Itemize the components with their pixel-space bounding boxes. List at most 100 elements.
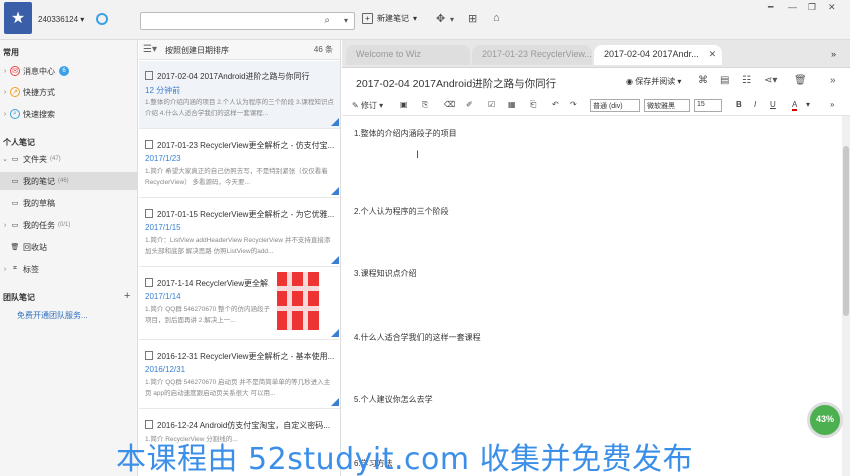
team-service-link[interactable]: 免费开通团队服务... <box>17 310 88 321</box>
sidebar-item-label: 标签 <box>23 264 39 274</box>
chevron-down-icon[interactable]: ▾ <box>450 15 454 24</box>
trash-icon: 🗑 <box>10 244 20 251</box>
document-icon <box>145 420 153 429</box>
table-icon[interactable]: ▦ <box>508 100 516 109</box>
font-color-button[interactable]: A <box>792 100 798 111</box>
sync-icon[interactable] <box>96 13 108 25</box>
wiz-app: ★ 240336124 ▾ ⌕ ▾ + 新建笔记 ▾ ✥ ▾ ⊞ ⌂ ━ — ❐… <box>0 0 850 476</box>
sidebar-item-label: 回收站 <box>23 242 47 252</box>
tab-active-note[interactable]: 2017-02-04 2017Andr... ✕ <box>594 45 722 65</box>
note-corner-marker <box>331 118 339 126</box>
format-painter-icon[interactable]: ⎘ <box>422 100 428 110</box>
sidebar-item-tasks[interactable]: › ▭ 我的任务 (0/1) <box>0 216 137 234</box>
chevron-right-icon[interactable]: › <box>0 266 10 273</box>
note-count: 46 条 <box>313 45 333 54</box>
search-options-chevron-icon[interactable]: ▾ <box>344 16 348 25</box>
save-icon[interactable]: ▣ <box>400 100 408 109</box>
note-item[interactable]: 2017-01-15 RecyclerView更全解析之 - 为它优雅... 2… <box>139 199 340 267</box>
folder-count: (0/1) <box>58 222 71 228</box>
clear-format-icon[interactable]: ⌫ <box>444 100 455 109</box>
note-corner-marker <box>331 256 339 264</box>
sidebar-item-drafts[interactable]: ▭ 我的草稿 <box>0 194 137 212</box>
font-family-select[interactable]: 微软雅黑 <box>644 99 690 112</box>
sort-selector[interactable]: 按照创建日期排序 <box>165 45 229 56</box>
pin-icon[interactable]: ━ <box>768 2 773 13</box>
note-title: 2017-02-04 2017Android进阶之路与你同行 <box>157 72 310 81</box>
font-size-select[interactable]: 15 <box>694 99 722 112</box>
note-summary: 1.整体的介绍内涵的项目 2.个人认为程序的三个阶段 3.课程知识点介绍 4.什… <box>145 99 334 117</box>
folder-icon: ▭ <box>11 200 19 207</box>
note-item[interactable]: 2017-01-23 RecyclerView更全解析之 - 仿支付宝... 2… <box>139 130 340 198</box>
sidebar-item-label: 快捷方式 <box>23 87 55 97</box>
chevron-right-icon[interactable]: › <box>0 89 10 96</box>
share-icon[interactable]: ⋖▾ <box>764 75 777 86</box>
more-format-icon[interactable]: » <box>830 100 834 109</box>
home-icon[interactable]: ⌂ <box>493 12 500 24</box>
chevron-down-icon[interactable]: ⌄ <box>0 155 10 163</box>
note-item[interactable]: 2017-1-14 RecyclerView更全解... 2017/1/14 1… <box>139 268 340 340</box>
chevron-right-icon[interactable]: › <box>0 68 10 75</box>
chevron-down-icon[interactable]: ▾ <box>413 14 417 23</box>
save-label: 保存并阅读 <box>635 77 676 86</box>
restore-button[interactable]: ❐ <box>808 2 816 13</box>
account-menu[interactable]: 240336124 ▾ <box>38 15 84 24</box>
underline-button[interactable]: U <box>770 100 776 109</box>
comment-icon[interactable]: ▤ <box>720 75 729 86</box>
close-window-button[interactable]: ✕ <box>828 2 836 13</box>
note-list: ☰▾ 按照创建日期排序 46 条 2017-02-04 2017Android进… <box>139 40 341 476</box>
attachment-icon[interactable]: ⌘ <box>698 75 708 86</box>
undo-icon[interactable]: ↶ <box>552 100 559 109</box>
tab-recyclerview[interactable]: 2017-01-23 RecyclerView... <box>472 45 592 65</box>
list-view-menu-icon[interactable]: ☰▾ <box>143 44 157 55</box>
editor-scrollbar[interactable] <box>842 116 850 476</box>
page-icon[interactable]: ⎗ <box>530 100 536 110</box>
sidebar-item-trash[interactable]: 🗑 回收站 <box>0 238 137 256</box>
sidebar-item-my-notes[interactable]: ▭ 我的笔记 (46) <box>0 172 137 190</box>
sidebar-item-messages[interactable]: › ✉ 消息中心 6 <box>0 62 137 80</box>
search-icon[interactable]: ⌕ <box>324 15 330 26</box>
save-and-read-button[interactable]: ◉ 保存并阅读 ▾ <box>626 76 681 87</box>
add-team-button[interactable]: + <box>124 290 130 302</box>
checkbox-icon[interactable]: ☑ <box>488 100 495 109</box>
section-common: 常用 <box>3 48 19 57</box>
new-note-button[interactable]: + 新建笔记 ▾ <box>362 13 417 24</box>
info-icon[interactable]: ☷ <box>742 75 751 86</box>
bold-button[interactable]: B <box>736 100 742 109</box>
app-logo-icon[interactable]: ★ <box>4 2 32 34</box>
redo-icon[interactable]: ↷ <box>570 100 577 109</box>
grid-view-icon[interactable]: ⊞ <box>468 12 477 25</box>
more-icon[interactable]: » <box>830 75 836 86</box>
progress-widget[interactable]: 43% <box>807 402 843 438</box>
highlight-icon[interactable]: ✐ <box>466 100 473 109</box>
paragraph: 3.课程知识点介绍 <box>354 269 417 278</box>
paragraph-style-select[interactable]: 普通 (div) <box>590 99 640 112</box>
sidebar-item-quick-search[interactable]: › ⌕ 快速搜索 <box>0 105 137 123</box>
revise-button[interactable]: ✎ 修订 ▾ <box>352 100 383 111</box>
document-icon <box>145 278 153 287</box>
delete-icon[interactable]: 🗑 <box>794 75 807 86</box>
note-corner-marker <box>331 329 339 337</box>
note-item[interactable]: 2016-12-31 RecyclerView更全解析之 - 基本使用... 2… <box>139 341 340 409</box>
note-item[interactable]: 2017-02-04 2017Android进阶之路与你同行 12 分钟前 1.… <box>139 61 340 129</box>
tag-icon: ⌗ <box>13 265 17 272</box>
sidebar-item-tags[interactable]: › ⌗ 标签 <box>0 260 137 278</box>
tabs-overflow-icon[interactable]: » <box>831 49 836 59</box>
note-summary: 1.简介：ListView addHeaderView RecyclerView… <box>145 237 331 255</box>
chevron-right-icon[interactable]: › <box>0 222 10 229</box>
tab-welcome[interactable]: Welcome to Wiz <box>346 45 470 65</box>
minimize-button[interactable]: — <box>788 2 797 12</box>
note-body[interactable]: 1.整体的介绍内涵段子的项目 I 2.个人认为程序的三个阶段 3.课程知识点介绍… <box>342 116 837 476</box>
message-icon: ✉ <box>10 66 20 76</box>
move-icon[interactable]: ✥ <box>436 12 445 25</box>
close-tab-icon[interactable]: ✕ <box>709 49 717 59</box>
scrollbar-thumb[interactable] <box>843 146 849 316</box>
note-title-heading[interactable]: 2017-02-04 2017Android进阶之路与你同行 <box>356 76 556 91</box>
sidebar-item-shortcuts[interactable]: › ↗ 快捷方式 <box>0 83 137 101</box>
search-input[interactable]: ⌕ ▾ <box>140 12 355 30</box>
sidebar-item-folders[interactable]: ⌄ ▭ 文件夹 (47) <box>0 150 137 168</box>
italic-button[interactable]: I <box>754 100 756 109</box>
sidebar-item-label: 我的笔记 <box>23 176 55 186</box>
new-note-icon: + <box>362 13 373 24</box>
chevron-down-icon[interactable]: ▾ <box>806 100 810 109</box>
chevron-right-icon[interactable]: › <box>0 111 10 118</box>
